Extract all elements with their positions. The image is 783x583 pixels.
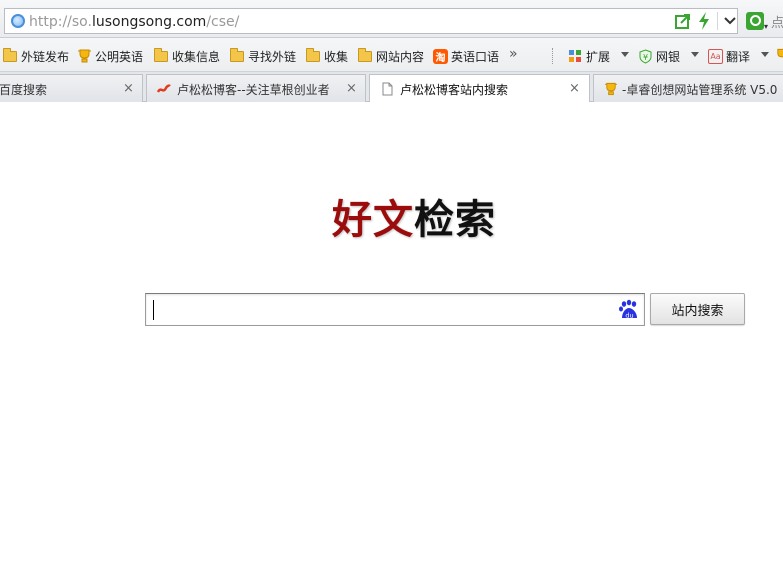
tab-strip: 百度搜索 × 卢松松博客--关注草根创业者 × 卢松松博客站内搜索 × -卓睿创… bbox=[0, 72, 783, 103]
caret-down-icon[interactable] bbox=[761, 52, 769, 57]
bookmark-item[interactable]: 网站内容 bbox=[358, 47, 424, 65]
address-bar[interactable]: http://so.lusongsong.com/cse/ bbox=[4, 8, 738, 34]
svg-text:du: du bbox=[625, 312, 633, 320]
page-icon bbox=[382, 82, 393, 96]
divider bbox=[552, 48, 554, 64]
search-box-hint[interactable]: 点 bbox=[771, 12, 783, 31]
extension-item[interactable]: ¥ 网银 bbox=[638, 47, 680, 65]
baidu-paw-icon[interactable]: du bbox=[618, 299, 640, 321]
bookmark-item[interactable]: 淘 英语口语 bbox=[433, 47, 499, 65]
tab-site-search[interactable]: 卢松松博客站内搜索 × bbox=[369, 74, 590, 103]
chevron-down-icon[interactable] bbox=[723, 13, 737, 29]
folder-icon bbox=[358, 47, 372, 62]
site-search-button[interactable]: 站内搜索 bbox=[650, 293, 745, 325]
translate-icon: Aa bbox=[708, 48, 723, 64]
site-logo: 好文检索 bbox=[332, 196, 496, 243]
folder-icon bbox=[306, 47, 320, 62]
svg-text:¥: ¥ bbox=[643, 53, 648, 62]
tab-lusongsong-blog[interactable]: 卢松松博客--关注草根创业者 × bbox=[146, 74, 366, 102]
search-engine-icon[interactable] bbox=[746, 12, 764, 30]
page-content: 好文检索 du 站内搜索 bbox=[0, 102, 783, 583]
taobao-icon: 淘 bbox=[433, 48, 448, 64]
extension-item[interactable]: Aa 翻译 bbox=[708, 47, 750, 65]
share-icon[interactable] bbox=[675, 13, 691, 29]
search-input[interactable] bbox=[152, 298, 612, 322]
more-bookmarks-icon[interactable]: » bbox=[509, 46, 517, 62]
close-icon[interactable]: × bbox=[346, 81, 357, 96]
bookmark-item[interactable]: 外链发布 bbox=[3, 47, 69, 65]
folder-icon bbox=[3, 47, 17, 62]
trophy-icon bbox=[78, 49, 91, 63]
url-text[interactable]: http://so.lusongsong.com/cse/ bbox=[29, 14, 239, 30]
search-box[interactable]: du bbox=[145, 293, 645, 326]
extensions-icon bbox=[569, 49, 581, 62]
caret-down-icon[interactable] bbox=[691, 52, 699, 57]
trophy-icon bbox=[604, 82, 618, 96]
search-engine-caret-icon[interactable]: ▾ bbox=[764, 22, 768, 31]
bank-icon: ¥ bbox=[639, 48, 652, 64]
tab-cms[interactable]: -卓睿创想网站管理系统 V5.0 bbox=[593, 74, 783, 102]
blog-favicon-icon bbox=[157, 84, 171, 93]
bookmark-item[interactable]: 公明英语 bbox=[77, 47, 143, 65]
folder-icon bbox=[154, 47, 168, 62]
close-icon[interactable]: × bbox=[123, 81, 134, 96]
bookmark-item[interactable]: 收集信息 bbox=[154, 47, 220, 65]
text-cursor bbox=[153, 300, 154, 320]
tab-baidu-search[interactable]: 百度搜索 × bbox=[0, 74, 143, 102]
caret-down-icon[interactable] bbox=[621, 52, 629, 57]
bookmarks-bar: 外链发布 公明英语 收集信息 寻找外链 收集 网站内容 淘 英语口语 » 扩展 … bbox=[0, 38, 783, 72]
divider bbox=[717, 12, 718, 30]
bookmark-item[interactable]: 寻找外链 bbox=[230, 47, 296, 65]
globe-icon bbox=[11, 14, 25, 28]
close-icon[interactable]: × bbox=[569, 81, 580, 96]
lightning-icon[interactable] bbox=[697, 12, 711, 30]
bookmark-item[interactable]: 收集 bbox=[306, 47, 348, 65]
address-bar-row: http://so.lusongsong.com/cse/ ▾ 点 bbox=[0, 0, 783, 38]
trophy-icon[interactable] bbox=[775, 48, 783, 62]
extension-item[interactable]: 扩展 bbox=[568, 47, 610, 65]
folder-icon bbox=[230, 47, 244, 62]
